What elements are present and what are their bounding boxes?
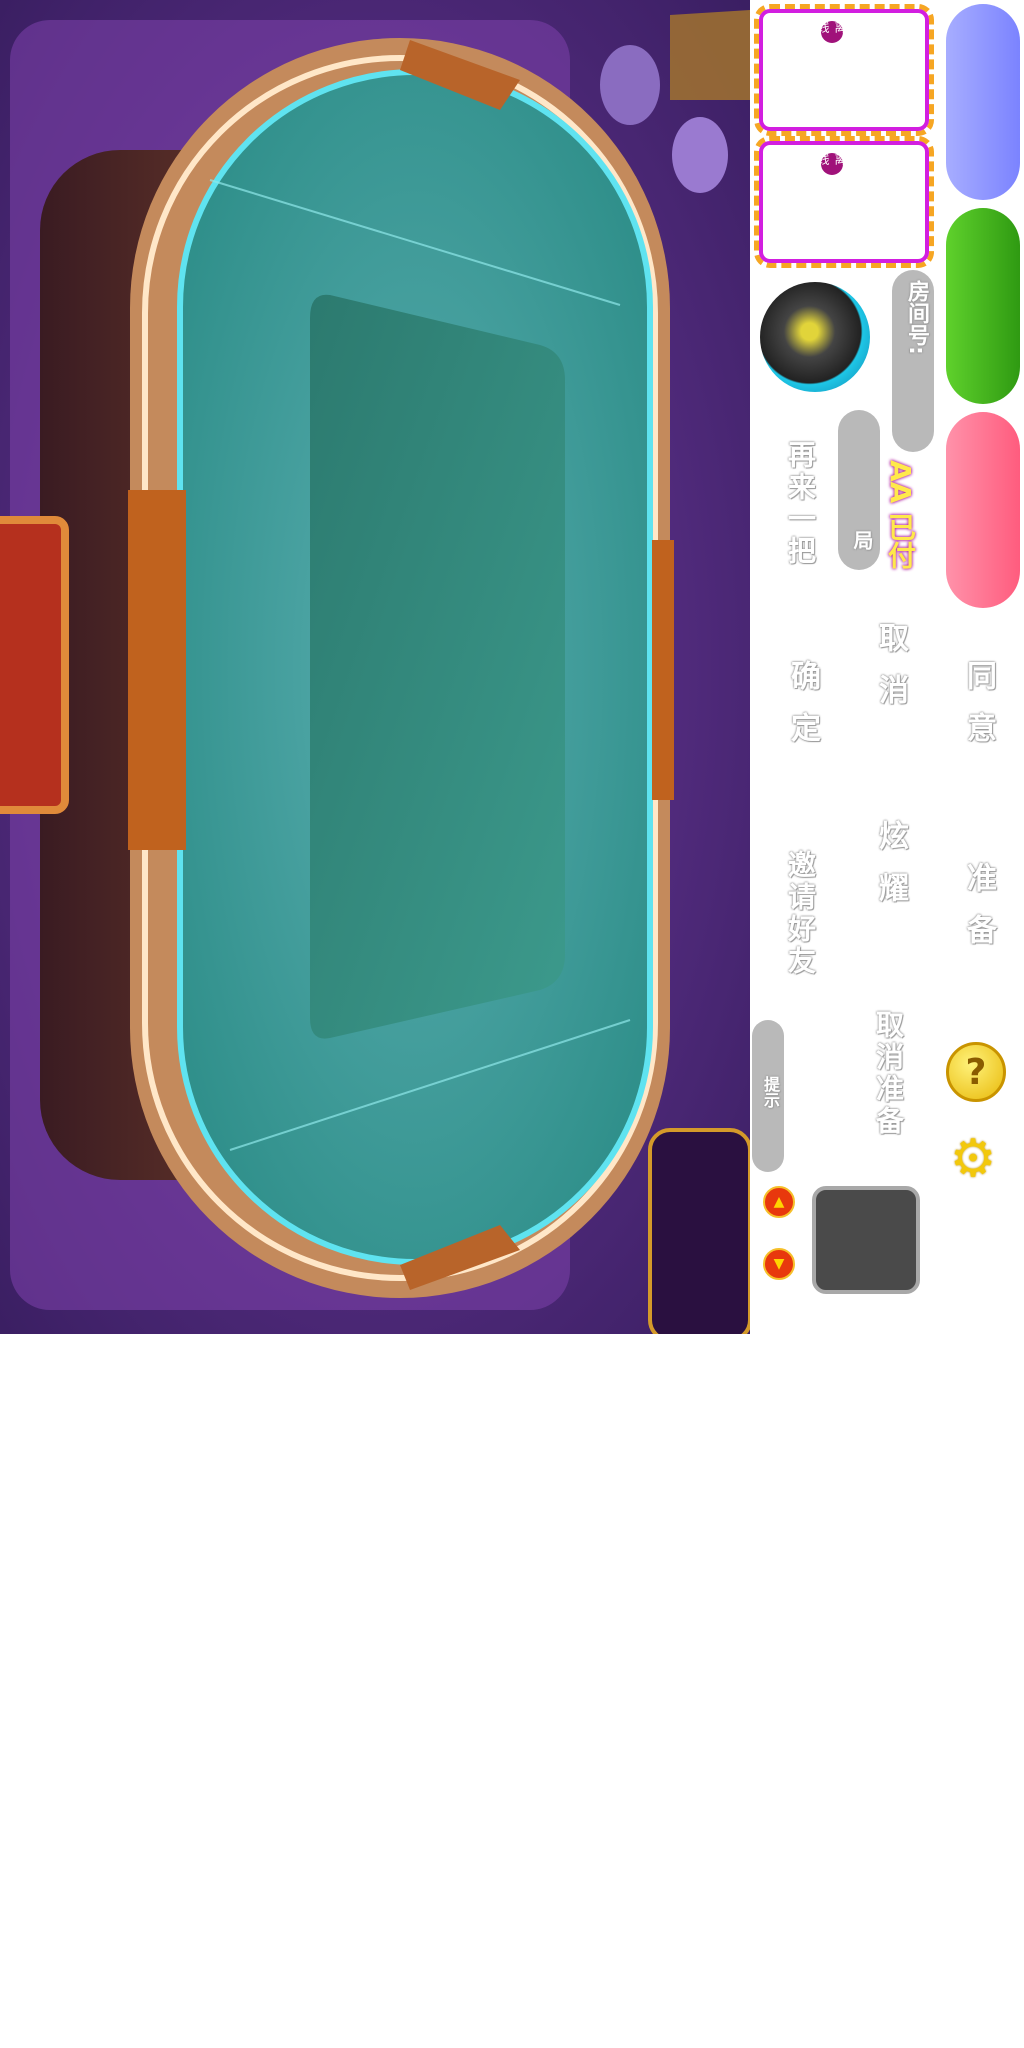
invite-friends-label[interactable]: 邀请好友: [780, 850, 820, 978]
green-button-bg[interactable]: [946, 208, 1020, 404]
settings-icon[interactable]: ⚙: [946, 1132, 1000, 1186]
play-again-label[interactable]: 再来一把: [780, 440, 820, 568]
corner-ornament: [648, 1128, 750, 1334]
aa-paid-label: AA 已付: [884, 460, 917, 570]
blue-button-bg[interactable]: [946, 4, 1020, 200]
red-button-bg[interactable]: [946, 412, 1020, 608]
frame-accent-right: [652, 540, 674, 800]
room-number-panel: 房间号:: [892, 270, 934, 452]
hint-panel: 提示: [752, 1020, 784, 1172]
room-number-label: 房间号:: [904, 280, 929, 355]
arrow-up-icon[interactable]: ▲: [763, 1186, 795, 1218]
agree-label[interactable]: 同意: [956, 660, 1000, 764]
frame-accent-left: [128, 490, 186, 850]
clock-icon: [760, 282, 870, 392]
help-icon[interactable]: ?: [946, 1042, 1006, 1102]
chair-top: [600, 45, 660, 125]
offline-badge: 离线: [816, 21, 847, 43]
dark-tile: [812, 1186, 920, 1294]
player-slot-top: 离线: [754, 4, 934, 136]
cancel-label[interactable]: 取消: [868, 622, 912, 726]
cancel-ready-label[interactable]: 取消准备: [868, 1010, 908, 1138]
confirm-label[interactable]: 确定: [780, 660, 824, 764]
ui-sprite-atlas: 离线 离线 房间号: 局 AA 已付 同意 准备 取消 炫耀 取消准备 确定 邀…: [750, 0, 1024, 1334]
side-box: [0, 516, 69, 814]
offline-badge: 离线: [816, 153, 847, 175]
player-slot-bottom: 离线: [754, 136, 934, 268]
ready-label[interactable]: 准备: [956, 862, 1000, 966]
game-table-scene: [0, 0, 750, 1334]
hint-label: 提示: [761, 1076, 780, 1108]
round-label: 局: [850, 530, 874, 550]
arrow-down-icon[interactable]: ▼: [763, 1248, 795, 1280]
round-panel: 局: [838, 410, 880, 570]
chair-back: [670, 10, 750, 100]
chair-top-2: [672, 117, 728, 193]
show-off-label[interactable]: 炫耀: [868, 820, 912, 924]
table-inner-area: [310, 294, 565, 1039]
